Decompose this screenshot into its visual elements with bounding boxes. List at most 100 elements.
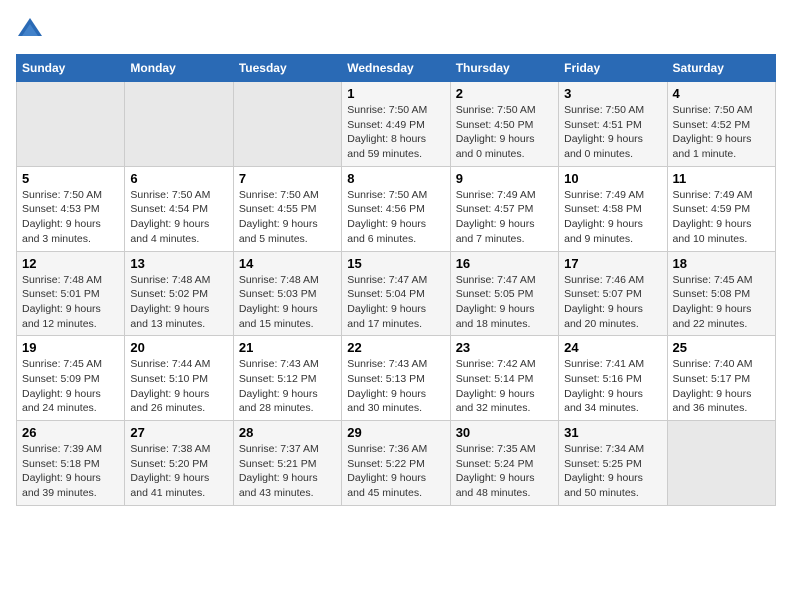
calendar-table: SundayMondayTuesdayWednesdayThursdayFrid… xyxy=(16,54,776,506)
weekday-header-tuesday: Tuesday xyxy=(233,55,341,82)
calendar-cell: 13 Sunrise: 7:48 AMSunset: 5:02 PMDayligh… xyxy=(125,251,233,336)
day-info: Sunrise: 7:50 AMSunset: 4:53 PMDaylight:… xyxy=(22,188,119,247)
day-number: 10 xyxy=(564,171,661,186)
calendar-cell xyxy=(17,82,125,167)
day-info: Sunrise: 7:39 AMSunset: 5:18 PMDaylight:… xyxy=(22,442,119,501)
week-row-3: 12Sunrise: 7:48 AMSunset: 5:01 PMDayligh… xyxy=(17,251,776,336)
day-info: Sunrise: 7:37 AMSunset: 5:21 PMDaylight:… xyxy=(239,442,336,501)
calendar-cell: 20 Sunrise: 7:44 AMSunset: 5:10 PMDayligh… xyxy=(125,336,233,421)
weekday-header-friday: Friday xyxy=(559,55,667,82)
week-row-5: 26 Sunrise: 7:39 AMSunset: 5:18 PMDayligh… xyxy=(17,421,776,506)
calendar-cell: 22 Sunrise: 7:43 AMSunset: 5:13 PMDayligh… xyxy=(342,336,450,421)
day-info: Sunrise: 7:50 AMSunset: 4:56 PMDaylight:… xyxy=(347,188,444,247)
day-info: Sunrise: 7:42 AMSunset: 5:14 PMDaylight:… xyxy=(456,357,553,416)
day-info: Sunrise: 7:35 AMSunset: 5:24 PMDaylight:… xyxy=(456,442,553,501)
day-info: Sunrise: 7:50 AMSunset: 4:52 PMDaylight:… xyxy=(673,103,770,162)
calendar-cell: 31 Sunrise: 7:34 AMSunset: 5:25 PMDayligh… xyxy=(559,421,667,506)
logo-icon xyxy=(16,16,44,44)
calendar-cell xyxy=(667,421,775,506)
day-number: 25 xyxy=(673,340,770,355)
week-row-1: 1 Sunrise: 7:50 AMSunset: 4:49 PMDaylight… xyxy=(17,82,776,167)
day-info: Sunrise: 7:43 AMSunset: 5:13 PMDaylight:… xyxy=(347,357,444,416)
weekday-header-saturday: Saturday xyxy=(667,55,775,82)
calendar-cell: 12Sunrise: 7:48 AMSunset: 5:01 PMDayligh… xyxy=(17,251,125,336)
calendar-cell: 11 Sunrise: 7:49 AMSunset: 4:59 PMDayligh… xyxy=(667,166,775,251)
day-info: Sunrise: 7:49 AMSunset: 4:59 PMDaylight:… xyxy=(673,188,770,247)
day-info: Sunrise: 7:47 AMSunset: 5:05 PMDaylight:… xyxy=(456,273,553,332)
day-info: Sunrise: 7:47 AMSunset: 5:04 PMDaylight:… xyxy=(347,273,444,332)
calendar-cell: 27 Sunrise: 7:38 AMSunset: 5:20 PMDayligh… xyxy=(125,421,233,506)
day-info: Sunrise: 7:48 AMSunset: 5:02 PMDaylight:… xyxy=(130,273,227,332)
calendar-cell: 29 Sunrise: 7:36 AMSunset: 5:22 PMDayligh… xyxy=(342,421,450,506)
day-number: 3 xyxy=(564,86,661,101)
day-info: Sunrise: 7:50 AMSunset: 4:55 PMDaylight:… xyxy=(239,188,336,247)
day-info: Sunrise: 7:49 AMSunset: 4:57 PMDaylight:… xyxy=(456,188,553,247)
calendar-cell: 26 Sunrise: 7:39 AMSunset: 5:18 PMDayligh… xyxy=(17,421,125,506)
calendar-cell: 25 Sunrise: 7:40 AMSunset: 5:17 PMDayligh… xyxy=(667,336,775,421)
weekday-header-monday: Monday xyxy=(125,55,233,82)
day-number: 13 xyxy=(130,256,227,271)
day-number: 5 xyxy=(22,171,119,186)
day-info: Sunrise: 7:41 AMSunset: 5:16 PMDaylight:… xyxy=(564,357,661,416)
calendar-cell: 6 Sunrise: 7:50 AMSunset: 4:54 PMDaylight… xyxy=(125,166,233,251)
day-number: 22 xyxy=(347,340,444,355)
day-info: Sunrise: 7:49 AMSunset: 4:58 PMDaylight:… xyxy=(564,188,661,247)
week-row-2: 5 Sunrise: 7:50 AMSunset: 4:53 PMDaylight… xyxy=(17,166,776,251)
calendar-cell: 28 Sunrise: 7:37 AMSunset: 5:21 PMDayligh… xyxy=(233,421,341,506)
calendar-cell: 24 Sunrise: 7:41 AMSunset: 5:16 PMDayligh… xyxy=(559,336,667,421)
day-info: Sunrise: 7:40 AMSunset: 5:17 PMDaylight:… xyxy=(673,357,770,416)
day-info: Sunrise: 7:36 AMSunset: 5:22 PMDaylight:… xyxy=(347,442,444,501)
day-number: 28 xyxy=(239,425,336,440)
calendar-cell: 18Sunrise: 7:45 AMSunset: 5:08 PMDayligh… xyxy=(667,251,775,336)
day-info: Sunrise: 7:50 AMSunset: 4:51 PMDaylight:… xyxy=(564,103,661,162)
day-number: 16 xyxy=(456,256,553,271)
day-number: 27 xyxy=(130,425,227,440)
day-number: 19 xyxy=(22,340,119,355)
day-number: 11 xyxy=(673,171,770,186)
calendar-cell: 15Sunrise: 7:47 AMSunset: 5:04 PMDayligh… xyxy=(342,251,450,336)
day-number: 14 xyxy=(239,256,336,271)
day-number: 20 xyxy=(130,340,227,355)
day-number: 7 xyxy=(239,171,336,186)
logo xyxy=(16,16,48,44)
calendar-cell: 1 Sunrise: 7:50 AMSunset: 4:49 PMDaylight… xyxy=(342,82,450,167)
calendar-cell: 21 Sunrise: 7:43 AMSunset: 5:12 PMDayligh… xyxy=(233,336,341,421)
day-number: 17 xyxy=(564,256,661,271)
calendar-cell: 4Sunrise: 7:50 AMSunset: 4:52 PMDaylight… xyxy=(667,82,775,167)
calendar-cell xyxy=(233,82,341,167)
weekday-header-row: SundayMondayTuesdayWednesdayThursdayFrid… xyxy=(17,55,776,82)
calendar-cell: 23 Sunrise: 7:42 AMSunset: 5:14 PMDayligh… xyxy=(450,336,558,421)
day-number: 31 xyxy=(564,425,661,440)
day-number: 1 xyxy=(347,86,444,101)
day-info: Sunrise: 7:34 AMSunset: 5:25 PMDaylight:… xyxy=(564,442,661,501)
calendar-cell: 7 Sunrise: 7:50 AMSunset: 4:55 PMDaylight… xyxy=(233,166,341,251)
calendar-cell: 9 Sunrise: 7:49 AMSunset: 4:57 PMDaylight… xyxy=(450,166,558,251)
day-info: Sunrise: 7:50 AMSunset: 4:49 PMDaylight:… xyxy=(347,103,444,162)
week-row-4: 19 Sunrise: 7:45 AMSunset: 5:09 PMDayligh… xyxy=(17,336,776,421)
calendar-cell xyxy=(125,82,233,167)
day-info: Sunrise: 7:50 AMSunset: 4:54 PMDaylight:… xyxy=(130,188,227,247)
day-number: 6 xyxy=(130,171,227,186)
day-number: 29 xyxy=(347,425,444,440)
day-info: Sunrise: 7:38 AMSunset: 5:20 PMDaylight:… xyxy=(130,442,227,501)
calendar-cell: 17 Sunrise: 7:46 AMSunset: 5:07 PMDayligh… xyxy=(559,251,667,336)
day-info: Sunrise: 7:45 AMSunset: 5:09 PMDaylight:… xyxy=(22,357,119,416)
day-number: 24 xyxy=(564,340,661,355)
calendar-cell: 2Sunrise: 7:50 AMSunset: 4:50 PMDaylight… xyxy=(450,82,558,167)
day-info: Sunrise: 7:43 AMSunset: 5:12 PMDaylight:… xyxy=(239,357,336,416)
day-info: Sunrise: 7:45 AMSunset: 5:08 PMDaylight:… xyxy=(673,273,770,332)
day-number: 12 xyxy=(22,256,119,271)
day-number: 23 xyxy=(456,340,553,355)
weekday-header-thursday: Thursday xyxy=(450,55,558,82)
calendar-cell: 5 Sunrise: 7:50 AMSunset: 4:53 PMDaylight… xyxy=(17,166,125,251)
calendar-cell: 10 Sunrise: 7:49 AMSunset: 4:58 PMDayligh… xyxy=(559,166,667,251)
weekday-header-sunday: Sunday xyxy=(17,55,125,82)
day-info: Sunrise: 7:44 AMSunset: 5:10 PMDaylight:… xyxy=(130,357,227,416)
day-number: 26 xyxy=(22,425,119,440)
day-number: 21 xyxy=(239,340,336,355)
day-info: Sunrise: 7:46 AMSunset: 5:07 PMDaylight:… xyxy=(564,273,661,332)
day-number: 2 xyxy=(456,86,553,101)
day-info: Sunrise: 7:48 AMSunset: 5:03 PMDaylight:… xyxy=(239,273,336,332)
day-number: 9 xyxy=(456,171,553,186)
day-number: 30 xyxy=(456,425,553,440)
